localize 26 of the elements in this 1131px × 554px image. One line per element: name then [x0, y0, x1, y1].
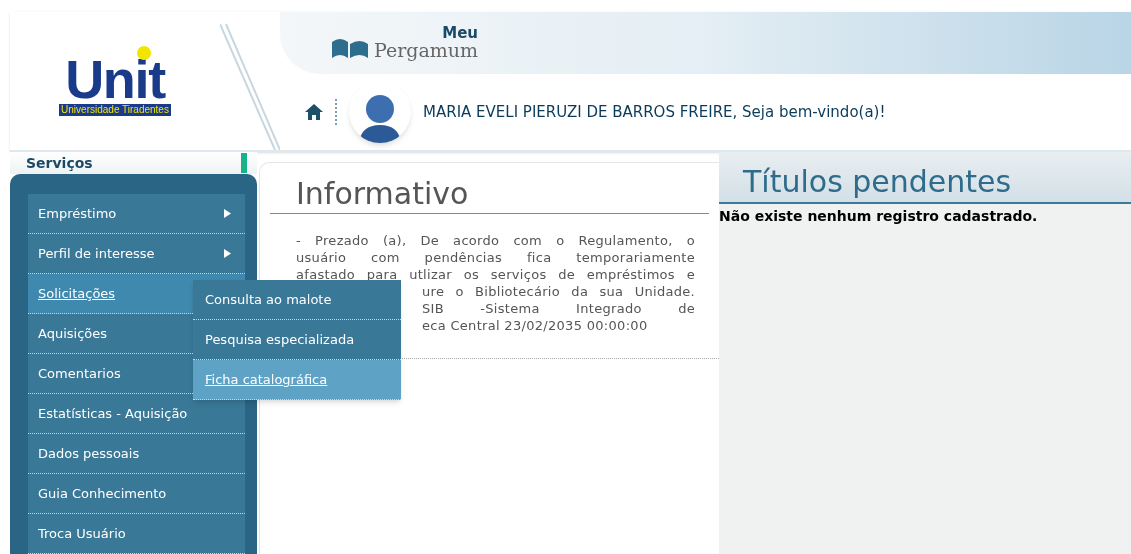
menu-item[interactable]: Estatísticas - Aquisição [28, 394, 245, 434]
empty-message: Não existe nenhum registro cadastrado. [719, 207, 1039, 226]
notice-text: afastado para utlizar os serviços de empréstimos e [296, 266, 695, 283]
menu-item[interactable]: Dados pessoais [28, 434, 245, 474]
menu-item[interactable]: Guia Conhecimento [28, 474, 245, 514]
welcome-text: MARIA EVELI PIERUZI DE BARROS FREIRE, Seja bem-vindo(a)! [423, 101, 886, 123]
submenu-item[interactable]: Ficha catalográfica [193, 360, 401, 400]
panel-title: Informativo [296, 176, 469, 211]
menu-item[interactable]: Troca Usuário [28, 514, 245, 554]
brand-name: Pergamum [374, 41, 479, 60]
notice-text: SIB -Sistema Integrado de [422, 300, 695, 317]
notice-text: usuário com pendências fica temporariamente [296, 249, 695, 266]
brand-meu: Meu [442, 26, 479, 41]
sidebar-title: Serviços [26, 153, 93, 173]
submenu-item[interactable]: Consulta ao malote [193, 280, 401, 320]
notice-text: - Prezado (a), De acordo com o Regulamento, o [296, 232, 695, 249]
notice-text: ure o Bibliotecário da sua Unidade. [422, 283, 695, 300]
menu-item[interactable]: Perfil de interesse [28, 234, 245, 274]
panel-title: Títulos pendentes [743, 163, 1012, 201]
menu-item[interactable]: Empréstimo [28, 194, 245, 234]
avatar [349, 81, 411, 143]
submenu-item[interactable]: Pesquisa especializada [193, 320, 401, 360]
notice-text: eca Central 23/02/2035 00:00:00 [422, 317, 649, 334]
home-icon[interactable] [305, 103, 323, 121]
logo-subtitle: Universidade Tiradentes [59, 104, 171, 116]
logo-wordmark: Unit [65, 56, 165, 102]
